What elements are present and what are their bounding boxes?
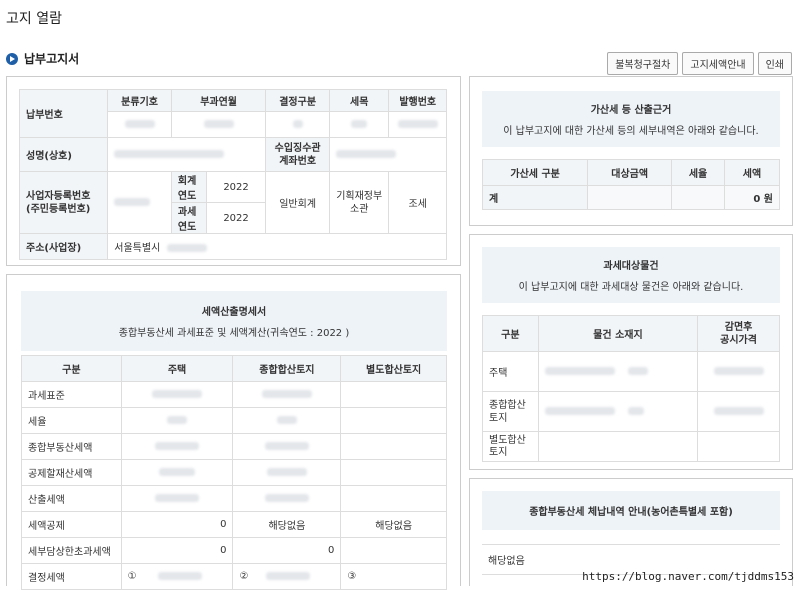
col-issue: 발행번호 — [388, 89, 447, 112]
ministry: 기획재정부 소관 — [328, 171, 390, 234]
payment-notice-panel: 납부번호 분류기호 부과연월 결정구분 세목 발행번호 성명(상호) 수입징수관… — [6, 76, 461, 266]
calc-cell: 0 — [120, 537, 234, 564]
arrears-title: 종합부동산세 체납내역 안내(농어촌특별세 포함) — [529, 507, 733, 518]
calc-col-combined-land: 종합합산토지 — [232, 355, 342, 382]
penalty-total-label: 계 — [481, 185, 589, 210]
penalty-panel: 가산세 등 산출근거 이 납부고지에 대한 가산세 등의 세부내역은 아래와 같… — [469, 76, 793, 226]
label-fiscal-year: 회계연도 — [170, 171, 207, 203]
objects-header: 과세대상물건 이 납부고지에 대한 과세대상 물건은 아래와 같습니다. — [482, 247, 780, 303]
payment-notice-table: 납부번호 분류기호 부과연월 결정구분 세목 발행번호 성명(상호) 수입징수관… — [18, 89, 448, 260]
calc-table: 구분 주택 종합합산토지 별도합산토지 과세표준 세율 종합부동산세액 공제할재… — [21, 355, 447, 590]
penalty-header: 가산세 등 산출근거 이 납부고지에 대한 가산세 등의 세부내역은 아래와 같… — [482, 91, 780, 147]
tax-year: 2022 — [205, 202, 267, 234]
print-button[interactable]: 인쇄 — [757, 52, 792, 75]
penalty-col-tax: 세액 — [724, 159, 780, 186]
calc-row-label: 공제할재산세액 — [21, 459, 122, 486]
calc-cell: 해당없음 — [340, 511, 447, 538]
action-buttons: 불복청구절차 고지세액안내 인쇄 — [607, 52, 792, 75]
calc-row-label: 종합부동산세액 — [21, 433, 122, 460]
objects-col-location: 물건 소재지 — [537, 315, 699, 352]
tax-type: 조세 — [388, 171, 447, 234]
calc-col-separate-land: 별도합산토지 — [340, 355, 447, 382]
objects-subtitle: 이 납부고지에 대한 과세대상 물건은 아래와 같습니다. — [518, 282, 744, 293]
label-payment-number: 납부번호 — [18, 89, 109, 138]
calc-cell: 0 — [120, 511, 234, 538]
penalty-total-value: 0 원 — [724, 185, 780, 210]
calc-header: 세액산출명세서 종합부동산세 과세표준 및 세액계산(귀속연도 : 2022 ) — [21, 291, 447, 351]
label-tax-year: 과세연도 — [170, 202, 207, 234]
calc-title: 세액산출명세서 — [201, 307, 267, 318]
page-title: 고지 열람 — [6, 11, 62, 27]
calc-col-house: 주택 — [120, 355, 234, 382]
objects-col-price: 감면후 공시가격 — [697, 315, 780, 352]
objects-row-label: 종합합산 토지 — [482, 391, 539, 432]
calc-row-label: 산출세액 — [21, 485, 122, 512]
objects-table: 구분 물건 소재지 감면후 공시가격 주택 종합합산 토지 별도합산 토지 — [482, 315, 780, 462]
penalty-col-amount: 대상금액 — [587, 159, 673, 186]
general-account: 일반회계 — [265, 171, 330, 234]
calc-cell: ② — [239, 571, 249, 582]
label-address: 주소(사업장) — [18, 233, 109, 260]
calc-cell: ③ — [347, 571, 357, 582]
penalty-table: 가산세 구분 대상금액 세율 세액 계 0 원 — [481, 159, 780, 210]
penalty-col-rate: 세율 — [671, 159, 726, 186]
arrears-header: 종합부동산세 체납내역 안내(농어촌특별세 포함) — [482, 491, 780, 530]
penalty-col-type: 가산세 구분 — [481, 159, 589, 186]
blog-watermark: https://blog.naver.com/tjddms153 — [582, 570, 794, 583]
appeal-procedure-button[interactable]: 불복청구절차 — [607, 52, 679, 75]
objects-row-label: 별도합산 토지 — [482, 431, 539, 462]
calc-cell: 0 — [232, 537, 342, 564]
section-header: 납부고지서 — [6, 50, 79, 67]
col-class: 분류기호 — [107, 89, 172, 112]
calc-subtitle: 종합부동산세 과세표준 및 세액계산(귀속연도 : 2022 ) — [118, 328, 350, 339]
calc-row-label: 세부담상한초과세액 — [21, 537, 122, 564]
fiscal-year: 2022 — [205, 171, 267, 203]
calc-cell: ① — [127, 571, 137, 582]
calc-row-label: 세율 — [21, 407, 122, 434]
label-bizno: 사업자등록번호 (주민등록번호) — [18, 171, 109, 234]
label-name: 성명(상호) — [18, 137, 109, 172]
calc-row-label: 과세표준 — [21, 381, 122, 408]
address-value: 서울특별시 — [114, 243, 161, 254]
calc-row-label: 세액공제 — [21, 511, 122, 538]
objects-row-label: 주택 — [482, 351, 539, 392]
tax-guide-button[interactable]: 고지세액안내 — [682, 52, 754, 75]
objects-col-type: 구분 — [482, 315, 539, 352]
col-decision: 결정구분 — [265, 89, 330, 112]
tax-calc-panel: 세액산출명세서 종합부동산세 과세표준 및 세액계산(귀속연도 : 2022 )… — [6, 274, 461, 590]
penalty-title: 가산세 등 산출근거 — [590, 105, 672, 116]
calc-col-type: 구분 — [21, 355, 122, 382]
arrow-circle-icon — [6, 52, 18, 65]
label-account: 수입징수관 계좌번호 — [265, 137, 330, 172]
objects-title: 과세대상물건 — [603, 261, 659, 272]
taxable-objects-panel: 과세대상물건 이 납부고지에 대한 과세대상 물건은 아래와 같습니다. 구분 … — [469, 234, 793, 470]
col-month: 부과연월 — [170, 89, 267, 112]
calc-cell: 해당없음 — [232, 511, 342, 538]
penalty-subtitle: 이 납부고지에 대한 가산세 등의 세부내역은 아래와 같습니다. — [503, 126, 759, 137]
col-item: 세목 — [328, 89, 390, 112]
section-title: 납부고지서 — [24, 52, 80, 66]
